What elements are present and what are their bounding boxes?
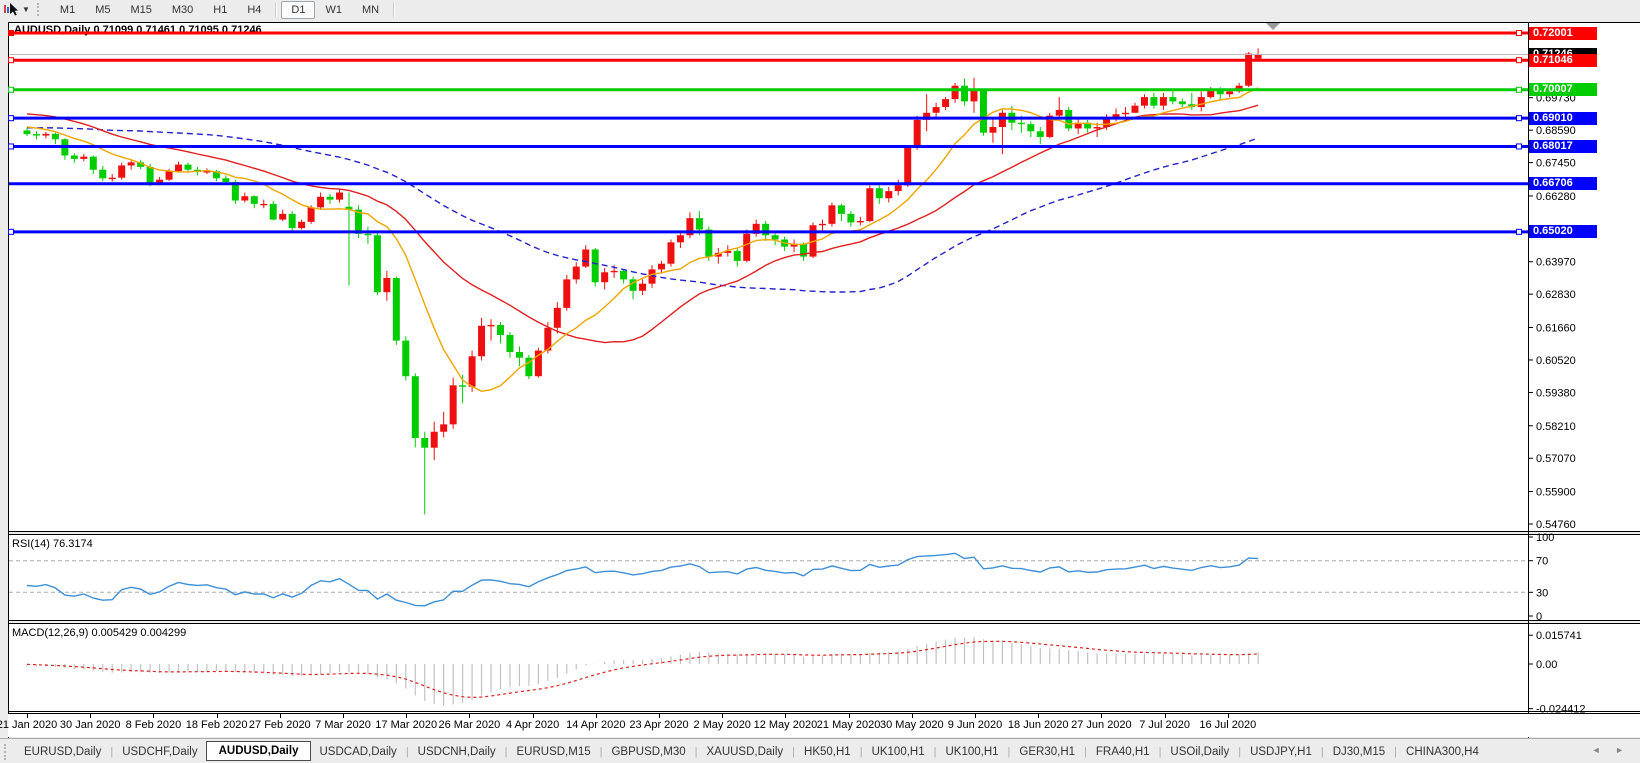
- date-axis-label: 7 Mar 2020: [315, 719, 371, 731]
- date-tick-mark: [1164, 714, 1166, 718]
- date-tick-mark: [1038, 714, 1040, 718]
- date-tick-mark: [659, 714, 660, 718]
- date-tick-mark: [153, 714, 155, 718]
- date-tick-mark: [532, 714, 534, 718]
- hline-price-label: 0.68017: [1529, 139, 1597, 153]
- date-tick-mark: [343, 714, 344, 718]
- timeframe-button-d1[interactable]: D1: [281, 0, 316, 19]
- date-axis-label: 2 May 2020: [693, 719, 751, 731]
- date-axis-label: 30 Jan 2020: [59, 719, 121, 731]
- date-axis-label: 27 Feb 2020: [248, 719, 311, 731]
- date-axis-label: 17 Mar 2020: [375, 719, 438, 731]
- date-tick-mark: [90, 714, 92, 718]
- date-tick-mark: [469, 714, 471, 718]
- date-tick-mark: [279, 714, 281, 718]
- tabbar-grip[interactable]: [4, 743, 16, 760]
- toolbar-separator: [393, 2, 396, 17]
- hline-price-label: 0.65020: [1529, 225, 1597, 239]
- date-tick-mark: [785, 714, 787, 718]
- chart-tab-fra40-h1[interactable]: FRA40,H1: [1088, 742, 1158, 762]
- rsi-indicator-label: RSI(14) 76.3174: [12, 538, 93, 550]
- date-axis-label: 26 Mar 2020: [438, 719, 501, 731]
- chart-tab-gbpusd-m30[interactable]: GBPUSD,M30: [603, 742, 693, 762]
- chart-tab-audusd-daily[interactable]: AUDUSD,Daily: [205, 741, 312, 761]
- chart-tab-uk100-h1[interactable]: UK100,H1: [864, 742, 933, 762]
- macd-indicator-label: MACD(12,26,9) 0.005429 0.004299: [12, 627, 187, 639]
- crosshair-cursor-icon[interactable]: [3, 2, 21, 17]
- chart-tab-usdchf-daily[interactable]: USDCHF,Daily: [114, 742, 205, 762]
- date-axis-label: 14 Apr 2020: [566, 719, 626, 731]
- toolbar-separator: [275, 2, 278, 17]
- date-axis-label: 7 Jul 2020: [1139, 719, 1190, 731]
- chart-tab-eurusd-daily[interactable]: EURUSD,Daily: [16, 742, 109, 762]
- date-axis-label: 30 May 2020: [879, 719, 944, 731]
- timeframe-button-m15[interactable]: M15: [120, 1, 161, 19]
- date-axis-label: 18 Feb 2020: [185, 719, 248, 731]
- date-axis-label: 23 Apr 2020: [629, 719, 689, 731]
- rsi-panel[interactable]: [8, 534, 1640, 620]
- chart-tab-eurusd-m15[interactable]: EURUSD,M15: [508, 742, 598, 762]
- chart-tab-hk50-h1[interactable]: HK50,H1: [796, 742, 859, 762]
- price-scale-separator: [1528, 22, 1529, 738]
- hline-price-label: 0.72001: [1529, 26, 1597, 40]
- panel-splitter[interactable]: [8, 711, 1640, 712]
- chart-shift-marker-icon[interactable]: [1266, 23, 1280, 30]
- date-axis-label: 4 Apr 2020: [505, 719, 560, 731]
- mt4-window: ▼ M1 M5 M15 M30 H1 H4 D1 W1 MN AUDUSD,Daily 0.71…: [0, 0, 1640, 763]
- date-axis: 21 Jan 2020 30 Jan 2020 8 Feb 2020 18 Feb 2…: [0, 714, 1640, 737]
- date-axis-label: 8 Feb 2020: [125, 719, 182, 731]
- tab-scroll-left-icon[interactable]: ◄: [1592, 745, 1607, 755]
- date-tick-mark: [27, 714, 28, 718]
- hline-price-label: 0.69010: [1529, 111, 1597, 125]
- main-chart-panel[interactable]: [8, 22, 1640, 531]
- date-axis-label: 18 Jun 2020: [1007, 719, 1069, 731]
- date-tick-mark: [848, 714, 850, 718]
- chart-tab-usoil-daily[interactable]: USOil,Daily: [1162, 742, 1237, 762]
- chart-tab-uk100-h1[interactable]: UK100,H1: [937, 742, 1006, 762]
- date-axis-label: 27 Jun 2020: [1071, 719, 1132, 731]
- date-axis-label: 9 Jun 2020: [947, 719, 1003, 731]
- hline-price-label: 0.71046: [1529, 53, 1597, 67]
- panel-splitter[interactable]: [8, 623, 1640, 624]
- timeframe-button-m5[interactable]: M5: [85, 1, 120, 19]
- date-tick-mark: [911, 714, 913, 718]
- timeframe-button-m30[interactable]: M30: [162, 1, 203, 19]
- hline-price-label: 0.70007: [1529, 83, 1597, 97]
- chart-tab-dj30-m15[interactable]: DJ30,M15: [1325, 742, 1393, 762]
- date-axis-label: 16 Jul 2020: [1199, 719, 1257, 731]
- chart-tab-xauusd-daily[interactable]: XAUUSD,Daily: [698, 742, 791, 762]
- date-tick-mark: [1101, 714, 1103, 718]
- tab-scroll-right-icon[interactable]: ►: [1615, 745, 1630, 755]
- cursor-dropdown-caret[interactable]: ▼: [22, 5, 30, 14]
- chart-left-border: [8, 22, 9, 738]
- timeframe-button-mn[interactable]: MN: [352, 1, 389, 19]
- toolbar: ▼ M1 M5 M15 M30 H1 H4 D1 W1 MN: [0, 0, 1640, 19]
- timeframe-button-h1[interactable]: H1: [203, 1, 237, 19]
- date-tick-mark: [1227, 714, 1229, 718]
- chart-ohlc-title: AUDUSD,Daily 0.71099 0.71461 0.71095 0.7…: [14, 24, 262, 36]
- date-tick-mark: [722, 714, 724, 718]
- panel-splitter[interactable]: [8, 534, 1640, 535]
- panel-splitter[interactable]: [8, 620, 1640, 621]
- date-tick-mark: [406, 714, 408, 718]
- chart-top-border: [8, 22, 1640, 23]
- chart-tab-china300-h4[interactable]: CHINA300,H4: [1398, 742, 1487, 762]
- date-axis-label: 12 May 2020: [753, 719, 818, 731]
- date-axis-label: 21 May 2020: [816, 719, 881, 731]
- date-tick-mark: [975, 714, 976, 718]
- timeframe-button-h4[interactable]: H4: [237, 1, 271, 19]
- chart-tab-usdcnh-daily[interactable]: USDCNH,Daily: [410, 742, 504, 762]
- toolbar-grip[interactable]: [36, 3, 44, 16]
- date-axis-label: 21 Jan 2020: [0, 719, 58, 731]
- hline-price-label: 0.66706: [1529, 177, 1597, 191]
- chart-tab-ger30-h1[interactable]: GER30,H1: [1011, 742, 1083, 762]
- chart-tab-usdjpy-h1[interactable]: USDJPY,H1: [1242, 742, 1320, 762]
- date-tick-mark: [216, 714, 218, 718]
- date-tick-mark: [595, 714, 597, 718]
- timeframe-button-m1[interactable]: M1: [50, 1, 85, 19]
- chart-tab-bar: EURUSD,Daily | USDCHF,Daily AUDUSD,Daily USD…: [0, 738, 1640, 763]
- timeframe-button-w1[interactable]: W1: [315, 1, 352, 19]
- chart-tab-usdcad-daily[interactable]: USDCAD,Daily: [311, 742, 404, 762]
- panel-splitter[interactable]: [8, 531, 1640, 532]
